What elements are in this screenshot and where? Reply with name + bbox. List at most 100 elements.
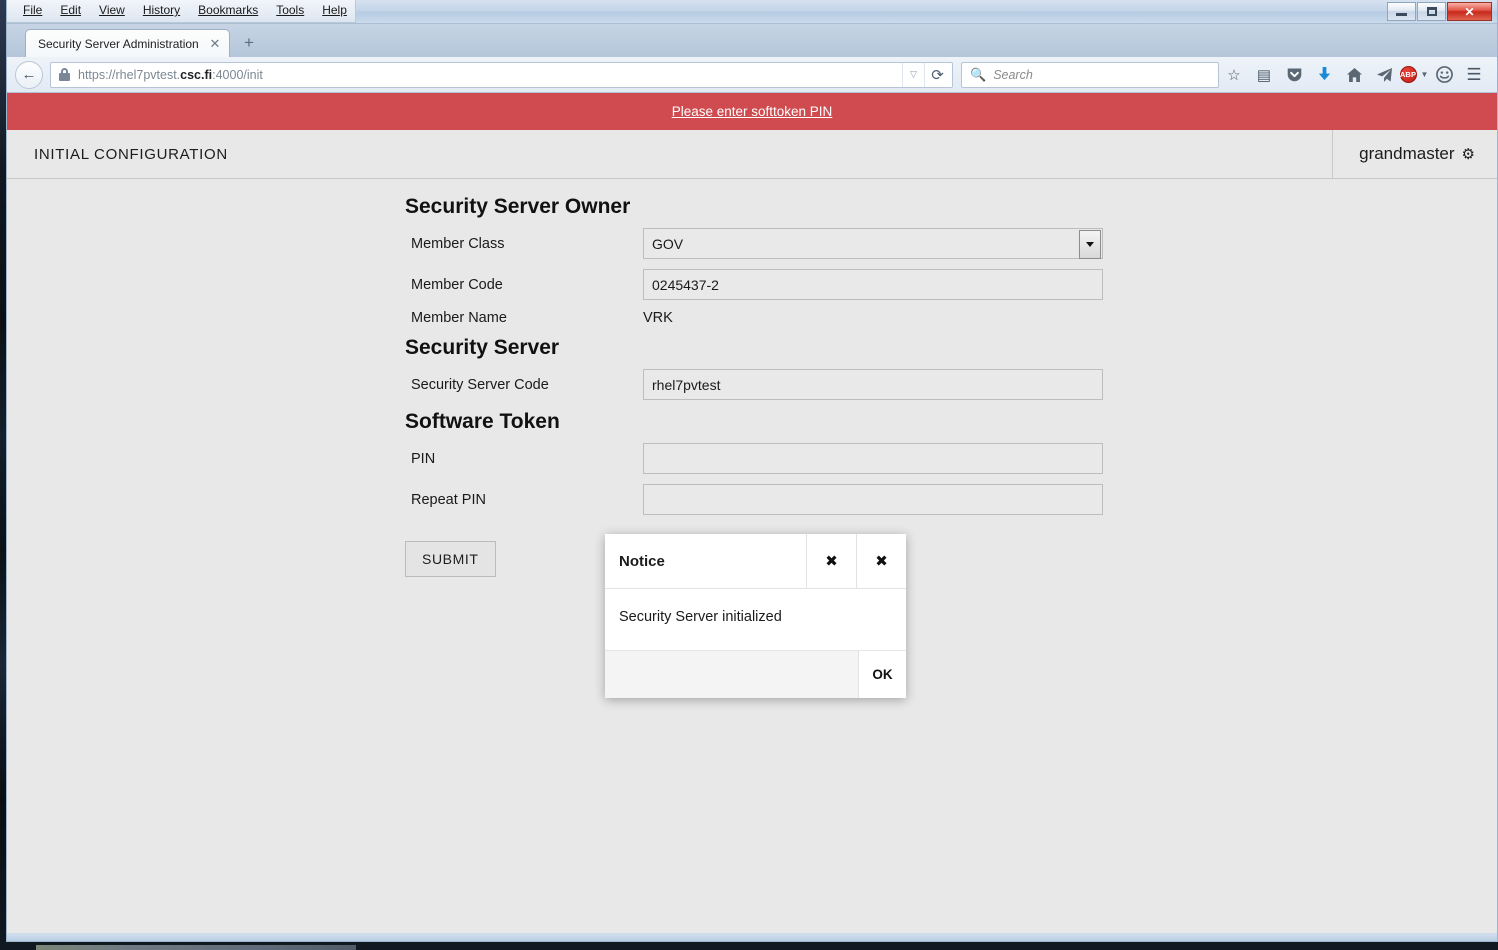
member-class-select[interactable]: GOV — [643, 228, 1103, 259]
feedback-smiley-icon[interactable] — [1429, 60, 1459, 90]
maximize-button[interactable] — [1417, 2, 1446, 21]
control-member-class: GOV — [643, 228, 1103, 259]
url-scheme: https://rhel7pvtest. — [78, 67, 181, 82]
tab-label: Security Server Administration — [38, 36, 199, 51]
menu-tools-label: Tools — [276, 3, 305, 17]
menu-view-label: View — [99, 3, 125, 17]
window-close-button[interactable]: ✕ — [1447, 2, 1492, 21]
menu-bookmarks[interactable]: Bookmarks — [190, 1, 266, 21]
field-row-member-code: Member Code — [7, 269, 1497, 300]
menu-help[interactable]: Help — [314, 1, 355, 21]
menu-history[interactable]: History — [135, 1, 188, 21]
initial-configuration-form: Security Server Owner Member Class GOV M… — [7, 179, 1497, 577]
url-path: :4000/init — [212, 67, 263, 82]
reading-list-icon[interactable]: ▤ — [1249, 60, 1279, 90]
new-tab-button[interactable]: + — [236, 30, 262, 56]
hamburger-menu-icon[interactable]: ☰ — [1459, 60, 1489, 90]
downloads-icon[interactable] — [1309, 60, 1339, 90]
taskbar-sliver — [36, 945, 356, 950]
label-pin: PIN — [411, 450, 436, 467]
search-placeholder: Search — [993, 67, 1033, 82]
field-row-pin: PIN — [7, 443, 1497, 474]
menu-view[interactable]: View — [91, 1, 133, 21]
adblock-plus-icon[interactable]: ABP ▼ — [1399, 60, 1429, 90]
gear-icon: ⚙ — [1461, 146, 1475, 163]
username-label: grandmaster — [1359, 144, 1455, 163]
home-svg — [1346, 67, 1362, 82]
menu-file[interactable]: File — [15, 1, 50, 21]
back-arrow-icon: ← — [21, 66, 37, 83]
menu-help-label: Help — [322, 3, 347, 17]
pocket-shield-svg — [1287, 68, 1301, 82]
menu-history-label: History — [142, 3, 181, 17]
submit-button[interactable]: SUBMIT — [405, 541, 496, 577]
label-security-server-code: Security Server Code — [411, 376, 549, 393]
browser-window: File Edit View History Bookmarks Tools H… — [6, 0, 1498, 942]
member-name-value: VRK — [643, 310, 673, 326]
control-repeat-pin — [643, 484, 1103, 515]
alert-banner: Please enter softtoken PIN — [7, 93, 1497, 130]
minimize-button[interactable] — [1387, 2, 1416, 21]
url-text: https://rhel7pvtest.csc.fi:4000/init — [78, 68, 902, 82]
page-title: INITIAL CONFIGURATION — [34, 145, 228, 163]
bookmark-star-icon[interactable]: ☆ — [1219, 60, 1249, 90]
window-titlebar: File Edit View History Bookmarks Tools H… — [7, 0, 1497, 24]
search-icon: 🔍 — [970, 66, 987, 82]
menu-edit-label: Edit — [60, 3, 82, 17]
navigation-toolbar: ← https://rhel7pvtest.csc.fi:4000/init ▽… — [7, 57, 1497, 93]
control-member-code — [643, 269, 1103, 300]
window-bottom-border — [7, 935, 1497, 941]
user-menu[interactable]: grandmaster ⚙ — [1332, 129, 1497, 179]
tab-security-server-administration[interactable]: Security Server Administration ✕ — [25, 29, 230, 57]
menu-bookmarks-label: Bookmarks — [198, 3, 259, 17]
window-controls: ✕ — [1387, 2, 1492, 21]
label-member-class: Member Class — [411, 235, 505, 252]
field-row-member-name: Member Name VRK — [7, 310, 1497, 326]
control-security-server-code — [643, 369, 1103, 400]
menu-edit[interactable]: Edit — [52, 1, 89, 21]
url-domain: csc.fi — [180, 67, 213, 82]
url-dropdown-icon[interactable]: ▽ — [902, 62, 924, 87]
search-box[interactable]: 🔍 Search — [961, 61, 1219, 88]
chevron-down-icon[interactable] — [1079, 230, 1101, 259]
repeat-pin-input[interactable] — [643, 484, 1103, 515]
chevron-down-icon[interactable]: ▼ — [1421, 70, 1429, 79]
security-server-code-input[interactable] — [643, 369, 1103, 400]
dialog-header: Notice ✖ ✖ — [605, 534, 906, 589]
close-all-dialogs-icon[interactable]: ✖ — [806, 534, 856, 588]
tab-strip: Security Server Administration ✕ + — [7, 24, 1497, 57]
section-heading-software-token: Software Token — [405, 410, 560, 433]
reload-icon[interactable]: ⟳ — [924, 62, 950, 87]
menu-file-label: File — [23, 3, 43, 17]
page-viewport: Please enter softtoken PIN INITIAL CONFI… — [7, 93, 1497, 933]
field-row-repeat-pin: Repeat PIN — [7, 484, 1497, 515]
close-icon: ✕ — [1464, 4, 1475, 19]
member-code-input[interactable] — [643, 269, 1103, 300]
menu-bar: File Edit View History Bookmarks Tools H… — [7, 0, 356, 23]
label-member-name: Member Name — [411, 310, 507, 326]
close-icon[interactable]: ✖ — [856, 534, 906, 588]
pin-input[interactable] — [643, 443, 1103, 474]
dialog-footer: OK — [605, 651, 906, 698]
notice-dialog: Notice ✖ ✖ Security Server initialized O… — [605, 534, 906, 698]
maximize-icon — [1426, 7, 1437, 16]
softtoken-pin-link[interactable]: Please enter softtoken PIN — [672, 104, 833, 119]
label-member-code: Member Code — [411, 276, 503, 293]
section-heading-server: Security Server — [405, 336, 560, 359]
home-icon[interactable] — [1339, 60, 1369, 90]
minimize-icon — [1396, 13, 1407, 16]
pocket-icon[interactable] — [1279, 60, 1309, 90]
section-heading-owner: Security Server Owner — [405, 195, 631, 218]
url-bar[interactable]: https://rhel7pvtest.csc.fi:4000/init ▽ ⟳ — [50, 61, 953, 88]
ok-button[interactable]: OK — [858, 651, 906, 698]
control-pin — [643, 443, 1103, 474]
send-tab-icon[interactable] — [1369, 60, 1399, 90]
smiley-svg — [1435, 66, 1453, 83]
back-button[interactable]: ← — [15, 60, 43, 89]
lock-icon — [59, 68, 70, 81]
dialog-message: Security Server initialized — [605, 589, 906, 651]
tab-close-icon[interactable]: ✕ — [207, 36, 223, 52]
dialog-title: Notice — [619, 552, 665, 570]
menu-tools[interactable]: Tools — [268, 1, 312, 21]
paper-plane-svg — [1376, 67, 1392, 82]
